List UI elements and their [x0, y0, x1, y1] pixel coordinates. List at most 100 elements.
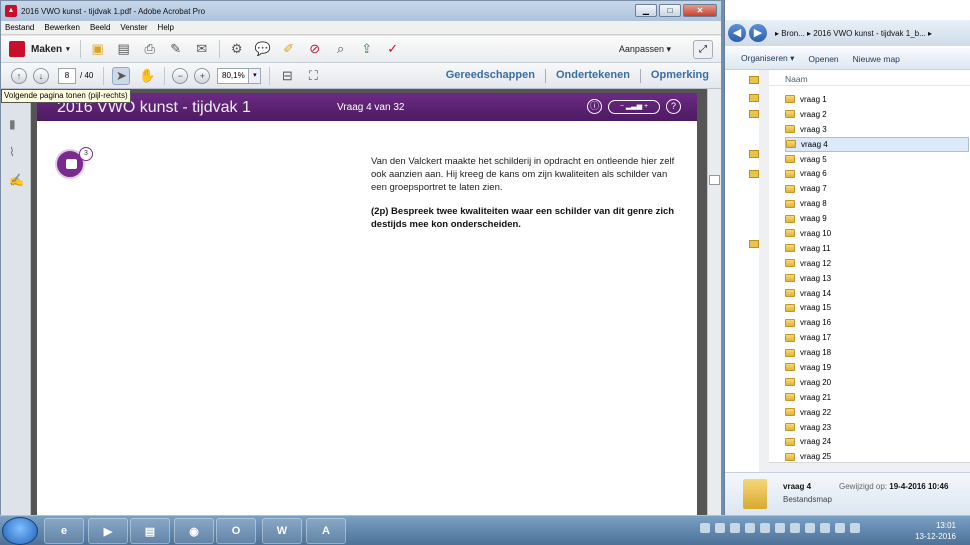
tray-icon[interactable] [775, 523, 785, 533]
list-item[interactable]: vraag 24 [785, 434, 969, 449]
open-folder-icon[interactable]: ▣ [89, 40, 107, 58]
menu-bestand[interactable]: Bestand [5, 23, 34, 32]
acrobat-icon[interactable]: A [306, 518, 346, 544]
list-item[interactable]: vraag 7 [785, 181, 969, 196]
menu-venster[interactable]: Venster [120, 23, 147, 32]
breadcrumb[interactable]: ▸ Bron... ▸ 2016 VWO kunst - tijdvak 1_b… [775, 29, 932, 38]
list-hscrollbar[interactable] [769, 462, 970, 472]
tab-ondertekenen[interactable]: Ondertekenen [556, 69, 630, 83]
list-item[interactable]: vraag 5 [785, 152, 969, 167]
list-item[interactable]: vraag 3 [785, 122, 969, 137]
tray-icon[interactable] [850, 523, 860, 533]
secure-icon[interactable]: ⊘ [306, 40, 324, 58]
list-item[interactable]: vraag 23 [785, 420, 969, 435]
list-item[interactable]: vraag 17 [785, 330, 969, 345]
gear-icon[interactable]: ⚙ [228, 40, 246, 58]
mail-icon[interactable]: ✉ [193, 40, 211, 58]
help-icon[interactable]: ? [666, 99, 681, 114]
list-item[interactable]: vraag 12 [785, 256, 969, 271]
back-icon[interactable]: ◀ [728, 24, 746, 42]
list-item[interactable]: vraag 22 [785, 405, 969, 420]
fit-page-icon[interactable]: ⊟ [278, 67, 296, 85]
info-icon[interactable]: ⓘ [587, 99, 602, 114]
menu-beeld[interactable]: Beeld [90, 23, 110, 32]
page-number-input[interactable]: 8 [58, 67, 76, 84]
fullscreen-icon[interactable]: ⛶ [304, 67, 322, 85]
column-header[interactable]: Naam [769, 70, 970, 86]
edit-icon[interactable]: ✎ [167, 40, 185, 58]
tray-icon[interactable] [760, 523, 770, 533]
doc-scrollbar[interactable] [707, 89, 721, 515]
select-cursor-icon[interactable]: ➤ [112, 66, 131, 85]
image-source-icon[interactable]: 3 [55, 147, 93, 179]
maken-button[interactable]: Maken ▾ [1, 41, 70, 57]
zoom-out-button[interactable]: − [172, 67, 189, 84]
new-folder-button[interactable]: Nieuwe map [853, 54, 900, 64]
list-item[interactable]: vraag 10 [785, 226, 969, 241]
list-item[interactable]: vraag 4 [785, 136, 969, 152]
maximize-button[interactable]: □ [659, 4, 681, 17]
export-icon[interactable]: ⇪ [358, 40, 376, 58]
tray-icon[interactable] [820, 523, 830, 533]
tray-icon[interactable] [805, 523, 815, 533]
list-item[interactable]: vraag 25 [785, 449, 969, 462]
search-doc-icon[interactable]: ⌕ [332, 40, 350, 58]
expand-icon[interactable]: ⤢ [693, 40, 713, 59]
list-item[interactable]: vraag 21 [785, 390, 969, 405]
tray-icon[interactable] [790, 523, 800, 533]
tray-icon[interactable] [715, 523, 725, 533]
list-item[interactable]: vraag 8 [785, 196, 969, 211]
nav-scrollbar[interactable] [759, 70, 769, 472]
list-item[interactable]: vraag 9 [785, 211, 969, 226]
save-icon[interactable]: ▤ [115, 40, 133, 58]
tray-icon[interactable] [730, 523, 740, 533]
list-item[interactable]: vraag 2 [785, 107, 969, 122]
media-icon[interactable]: ▶ [88, 518, 128, 544]
list-item[interactable]: vraag 14 [785, 286, 969, 301]
menu-bewerken[interactable]: Bewerken [44, 23, 80, 32]
forward-icon[interactable]: ▶ [749, 24, 767, 42]
list-item[interactable]: vraag 11 [785, 241, 969, 256]
list-item[interactable]: vraag 6 [785, 166, 969, 181]
close-button[interactable]: ✕ [683, 4, 717, 17]
next-page-button[interactable]: ↓ [33, 67, 49, 84]
list-item[interactable]: vraag 13 [785, 271, 969, 286]
menu-help[interactable]: Help [158, 23, 174, 32]
tray-icon[interactable] [745, 523, 755, 533]
list-item[interactable]: vraag 16 [785, 315, 969, 330]
list-item[interactable]: vraag 18 [785, 345, 969, 360]
signature-icon[interactable]: ✍ [9, 173, 24, 187]
bookmarks-icon[interactable]: ▮ [9, 117, 23, 131]
list-item[interactable]: vraag 1 [785, 92, 969, 107]
attachment-icon[interactable]: ⌇ [9, 145, 23, 159]
zoom-dropdown[interactable]: ▾ [249, 67, 262, 84]
print-icon[interactable]: ⎙ [141, 40, 159, 58]
list-item[interactable]: vraag 15 [785, 300, 969, 315]
start-button[interactable] [2, 517, 38, 545]
list-item[interactable]: vraag 20 [785, 375, 969, 390]
ie-icon[interactable]: e [44, 518, 84, 544]
list-item[interactable]: vraag 19 [785, 360, 969, 375]
minimize-button[interactable]: ▁ [635, 4, 657, 17]
open-button[interactable]: Openen [808, 54, 838, 64]
form-icon[interactable]: ✓ [384, 40, 402, 58]
zoom-input[interactable]: 80,1% [217, 67, 250, 84]
organize-button[interactable]: Organiseren ▾ [741, 53, 794, 64]
comment-icon[interactable]: 💬 [254, 40, 272, 58]
word-icon[interactable]: W [262, 518, 302, 544]
explorer-icon[interactable]: ▤ [130, 518, 170, 544]
folder-icon [785, 125, 795, 134]
tray-icon[interactable] [700, 523, 710, 533]
hand-tool-icon[interactable]: ✋ [138, 67, 156, 85]
tab-opmerking[interactable]: Opmerking [651, 69, 709, 83]
aanpassen-dropdown[interactable]: Aanpassen ▾ [619, 44, 671, 55]
tab-gereedschappen[interactable]: Gereedschappen [446, 69, 535, 83]
highlight-icon[interactable]: ✐ [280, 40, 298, 58]
tray-icon[interactable] [835, 523, 845, 533]
chrome-icon[interactable]: ◉ [174, 518, 214, 544]
outlook-icon[interactable]: O [216, 518, 256, 544]
zoom-in-button[interactable]: + [194, 67, 211, 84]
volume-control[interactable]: − ▂▃▅ + [608, 99, 660, 114]
clock[interactable]: 13:01 13-12-2016 [915, 520, 956, 542]
previous-page-button[interactable]: ↑ [11, 67, 27, 84]
